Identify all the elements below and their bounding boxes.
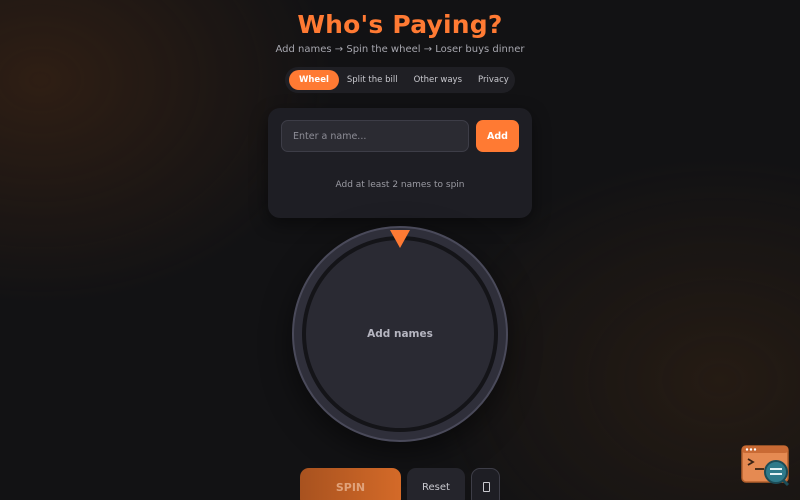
tab-split-the-bill[interactable]: Split the bill: [339, 70, 406, 90]
name-input[interactable]: [281, 120, 469, 152]
wheel-pointer-icon: [390, 230, 410, 248]
names-hint: Add at least 2 names to spin: [335, 180, 465, 190]
add-name-button[interactable]: Add: [476, 120, 519, 152]
wheel-ring: Add names: [302, 236, 498, 432]
reset-button[interactable]: Reset: [407, 468, 465, 500]
name-entry-card: Add Add at least 2 names to spin: [268, 108, 532, 218]
sound-toggle-icon: [483, 482, 490, 492]
wheel-center-label: Add names: [367, 328, 433, 340]
wheel-face: Add names: [306, 240, 494, 428]
tab-privacy[interactable]: Privacy: [470, 70, 517, 90]
feedback-window-icon[interactable]: [740, 444, 792, 488]
tab-bar: Wheel Split the bill Other ways Privacy: [285, 67, 515, 93]
tab-wheel[interactable]: Wheel: [289, 70, 339, 90]
app-subtitle: Add names → Spin the wheel → Loser buys …: [275, 44, 525, 55]
tab-other-ways[interactable]: Other ways: [406, 70, 470, 90]
sound-toggle-button[interactable]: [471, 468, 500, 500]
spin-wheel: Add names: [292, 226, 508, 442]
app-title: Who's Paying?: [297, 10, 503, 39]
spin-button[interactable]: SPIN: [300, 468, 401, 500]
